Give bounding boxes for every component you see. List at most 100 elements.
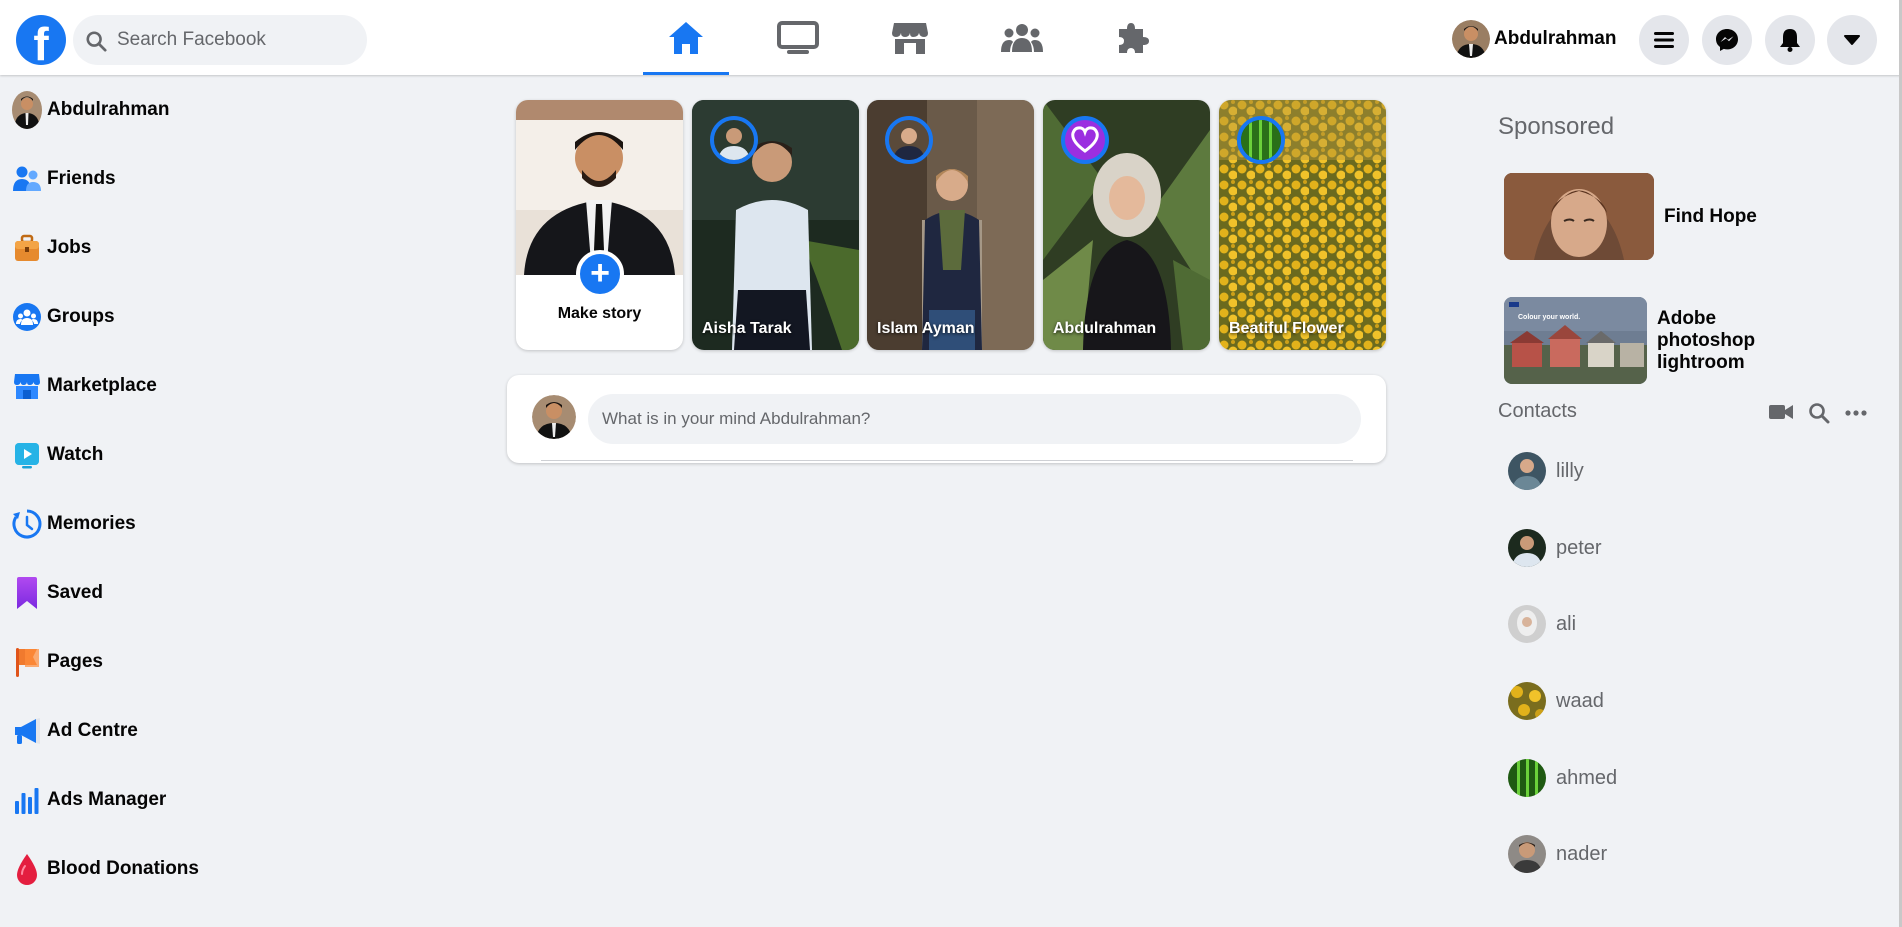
contact-item[interactable]: nader	[1508, 834, 1607, 874]
contact-item[interactable]: waad	[1508, 681, 1604, 721]
sponsored-ad[interactable]: Find Hope	[1504, 173, 1774, 260]
puzzle-icon	[1119, 22, 1149, 53]
bar-chart-icon	[15, 788, 39, 814]
sidebar-item-jobs[interactable]: Jobs	[12, 223, 412, 273]
home-icon	[669, 21, 703, 54]
notifications-button[interactable]	[1765, 15, 1815, 65]
sidebar-item-label: Friends	[47, 168, 116, 189]
people-icon	[1001, 23, 1043, 52]
story-author-name: Aisha Tarak	[702, 320, 792, 337]
avatar	[885, 116, 933, 164]
sidebar-item-pages[interactable]: Pages	[12, 637, 412, 687]
contact-item[interactable]: ali	[1508, 604, 1576, 644]
ad-title: Adobe photoshop lightroom	[1657, 307, 1756, 373]
messenger-icon	[1716, 29, 1738, 51]
contact-name: waad	[1556, 689, 1604, 712]
sidebar-item-profile[interactable]: Abdulrahman	[12, 85, 412, 135]
avatar	[1508, 835, 1546, 873]
profile-shortcut[interactable]: Abdulrahman	[1452, 20, 1616, 58]
avatar	[1452, 20, 1490, 58]
avatar	[1508, 759, 1546, 797]
story-photo	[516, 100, 683, 275]
menu-button[interactable]	[1639, 15, 1689, 65]
contact-item[interactable]: ahmed	[1508, 758, 1617, 798]
tab-home[interactable]	[643, 0, 729, 75]
avatar	[532, 395, 576, 439]
avatar	[1508, 682, 1546, 720]
sidebar-item-label: Jobs	[47, 237, 92, 258]
sidebar-item-memories[interactable]: Memories	[12, 499, 412, 549]
story-card[interactable]: Islam Ayman	[867, 100, 1034, 350]
sidebar-item-saved[interactable]: Saved	[12, 568, 412, 618]
clock-icon	[12, 509, 42, 539]
avatar	[1508, 605, 1546, 643]
contacts-header: Contacts	[1498, 400, 1888, 426]
sidebar-item-label: Ads Manager	[47, 789, 167, 810]
sidebar-item-friends[interactable]: Friends	[12, 154, 412, 204]
sidebar-item-label: Memories	[47, 513, 136, 534]
more-icon[interactable]	[1844, 402, 1868, 424]
caret-down-icon	[1844, 35, 1860, 45]
search-icon	[86, 31, 107, 52]
search-box[interactable]	[73, 15, 367, 65]
messenger-button[interactable]	[1702, 15, 1752, 65]
briefcase-icon	[15, 234, 39, 261]
avatar	[710, 116, 758, 164]
story-card[interactable]: Beatiful Flower	[1219, 100, 1386, 350]
add-story-button[interactable]: +	[576, 250, 624, 298]
sponsored-ad[interactable]: Colour your world. Adobe photoshop light…	[1504, 297, 1767, 384]
sidebar-item-label: Blood Donations	[47, 858, 199, 879]
sidebar-item-ad-centre[interactable]: Ad Centre	[12, 706, 412, 756]
sidebar-item-ads-manager[interactable]: Ads Manager	[12, 775, 412, 825]
profile-name: Abdulrahman	[1494, 28, 1617, 49]
sidebar-item-marketplace[interactable]: Marketplace	[12, 361, 412, 411]
tab-groups[interactable]	[979, 0, 1065, 75]
sidebar-item-label: Watch	[47, 444, 104, 465]
search-input[interactable]	[117, 15, 357, 65]
sidebar-item-label: Pages	[47, 651, 103, 672]
story-card[interactable]: Aisha Tarak	[692, 100, 859, 350]
heart-icon	[1071, 126, 1099, 153]
story-author-name: Beatiful Flower	[1229, 320, 1344, 337]
contact-item[interactable]: lilly	[1508, 451, 1584, 491]
avatar	[1237, 116, 1285, 164]
post-input[interactable]	[588, 394, 1361, 444]
story-card[interactable]: Abdulrahman	[1043, 100, 1210, 350]
contacts-title: Contacts	[1498, 400, 1577, 422]
avatar	[1508, 452, 1546, 490]
story-author-name: Abdulrahman	[1053, 320, 1157, 337]
make-story-card[interactable]: + Make story	[516, 100, 683, 350]
composer-divider	[541, 460, 1353, 461]
search-icon[interactable]	[1808, 402, 1830, 424]
friends-icon	[13, 166, 41, 191]
sidebar-item-groups[interactable]: Groups	[12, 292, 412, 342]
top-navigation-bar: f Search Facebook Abdulrahman	[0, 0, 1902, 75]
tab-watch[interactable]	[755, 0, 841, 75]
sidebar-item-blood-donations[interactable]: Blood Donations	[12, 844, 412, 894]
avatar	[12, 91, 42, 129]
tab-marketplace[interactable]	[867, 0, 953, 75]
contact-name: lilly	[1556, 459, 1584, 482]
sidebar-item-label: Saved	[47, 582, 103, 603]
ad-image	[1504, 173, 1654, 260]
contact-name: peter	[1556, 536, 1602, 559]
menu-icon	[1654, 32, 1674, 48]
account-menu-button[interactable]	[1827, 15, 1877, 65]
megaphone-icon	[15, 718, 40, 744]
heart-ring	[1061, 116, 1109, 164]
marketplace-icon	[14, 374, 40, 399]
tab-gaming[interactable]	[1091, 0, 1177, 75]
sidebar-item-label: Groups	[47, 306, 115, 327]
story-author-name: Islam Ayman	[877, 320, 975, 337]
contact-name: nader	[1556, 842, 1608, 865]
bookmark-icon	[17, 577, 37, 609]
contact-name: ali	[1556, 612, 1577, 635]
groups-icon	[13, 303, 41, 331]
sidebar-item-watch[interactable]: Watch	[12, 430, 412, 480]
post-composer	[507, 375, 1386, 463]
contact-item[interactable]: peter	[1508, 528, 1602, 568]
video-camera-icon[interactable]	[1768, 402, 1794, 422]
sponsored-title: Sponsored	[1498, 113, 1615, 140]
facebook-logo-icon[interactable]: f	[16, 15, 66, 65]
bell-icon	[1780, 29, 1800, 52]
